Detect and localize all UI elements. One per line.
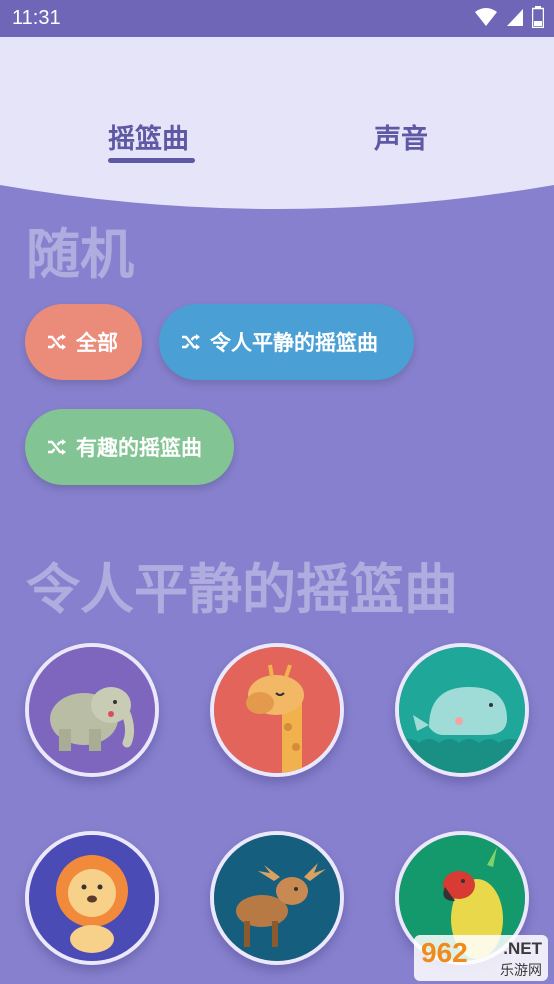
watermark-number: 962 <box>421 937 468 968</box>
shuffle-calm-button[interactable]: 令人平静的摇篮曲 <box>159 304 414 380</box>
moose-icon <box>214 835 340 961</box>
shuffle-fun-button[interactable]: 有趣的摇篮曲 <box>25 409 234 485</box>
lullaby-moose-item[interactable] <box>210 831 344 965</box>
shuffle-icon <box>48 439 66 455</box>
lullaby-whale-item[interactable] <box>395 643 529 777</box>
shuffle-all-button[interactable]: 全部 <box>25 304 142 380</box>
tab-indicator <box>108 158 195 163</box>
shuffle-icon <box>182 334 200 350</box>
random-section-title: 随机 <box>26 223 134 286</box>
status-icons <box>474 6 544 28</box>
calm-section-title: 令人平静的摇篮曲 <box>26 558 458 621</box>
lion-icon <box>29 835 155 961</box>
tab-sounds[interactable]: 声音 <box>374 117 428 156</box>
lullaby-elephant-item[interactable] <box>25 643 159 777</box>
header-curve <box>0 37 554 209</box>
giraffe-icon <box>214 647 340 773</box>
chip-label: 全部 <box>76 331 118 355</box>
tab-lullaby[interactable]: 摇篮曲 <box>108 117 189 156</box>
watermark-text: 乐游网 <box>500 963 542 979</box>
tab-header: 摇篮曲 声音 <box>0 37 554 212</box>
elephant-icon <box>29 647 155 773</box>
chip-label: 有趣的摇篮曲 <box>76 436 202 460</box>
chip-label: 令人平静的摇篮曲 <box>210 331 378 355</box>
lullaby-lion-item[interactable] <box>25 831 159 965</box>
wifi-icon <box>475 8 497 26</box>
signal-icon <box>507 9 523 26</box>
watermark-logo: 962 .NET 乐游网 <box>414 935 548 981</box>
whale-icon <box>399 647 525 773</box>
status-bar: 11:31 <box>0 0 554 37</box>
lullaby-giraffe-item[interactable] <box>210 643 344 777</box>
status-time: 11:31 <box>12 7 61 29</box>
watermark-suffix: .NET <box>503 939 542 958</box>
battery-icon <box>532 6 544 28</box>
shuffle-icon <box>48 334 66 350</box>
